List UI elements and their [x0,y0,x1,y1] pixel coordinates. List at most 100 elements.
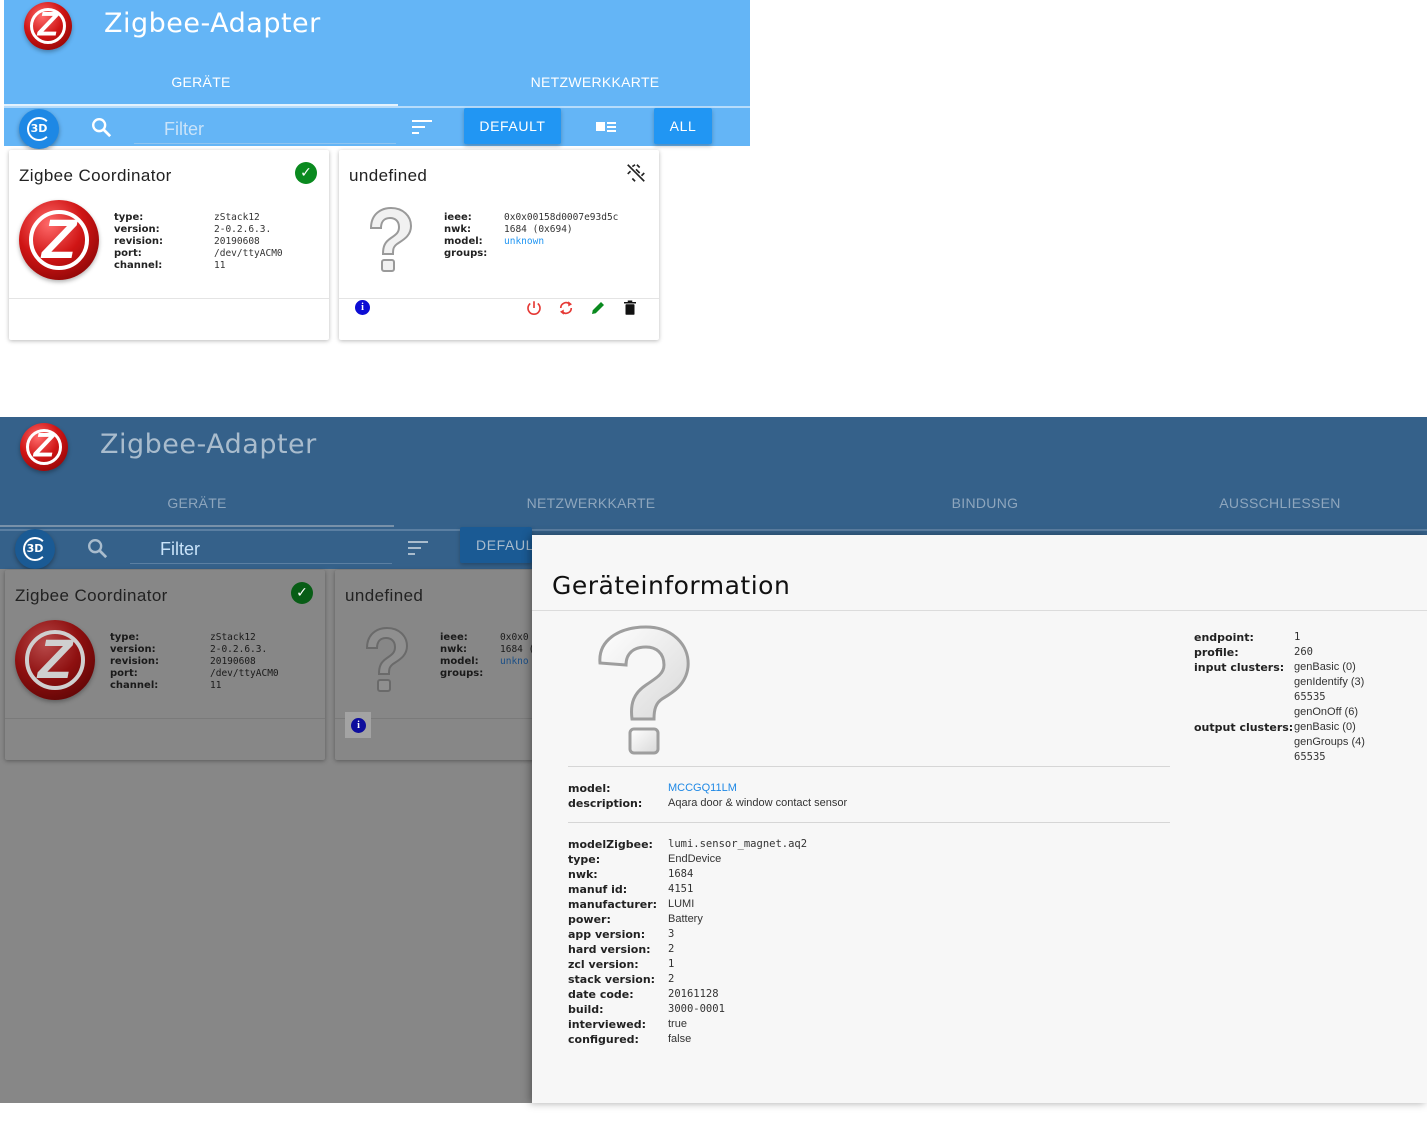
prop-value: /dev/ttyACM0 [214,248,283,259]
prop-value: 0x0x00158d0007e93d5c [504,212,619,223]
device-card[interactable]: undefined ieee: 0x0x00158d0007e93d5c nwk:… [339,150,659,340]
ep-key: input clusters: [1194,661,1285,674]
ep-value: genBasic (0) [1294,721,1356,733]
ep-key [1194,690,1294,705]
ep-value: genOnOff (6) [1294,706,1358,718]
info-key: manufacturer: [568,898,658,911]
ep-value: genBasic (0) [1294,661,1356,673]
info-key: stack version: [568,973,656,986]
tab-bindung[interactable]: BINDUNG [788,487,1182,527]
filter-input[interactable] [130,536,392,564]
info-value: 3000-0001 [668,1003,725,1015]
prop-value: 2-0.2.6.3. [210,644,268,655]
zigbee-logo-icon: Z [24,2,72,50]
search-icon[interactable] [86,537,108,559]
coordinator-card: Zigbee Coordinator ✓ Z type: zStack12 ver… [5,570,325,760]
ep-value: 65535 [1294,751,1326,763]
zigbee-logo-icon: Z [19,200,99,280]
info-key: power: [568,913,611,926]
info-key: description: [568,797,643,810]
info-value: 1 [668,958,675,970]
divider [568,766,1170,767]
refresh-icon[interactable] [557,299,575,317]
prop-value: 1684 ( [500,644,535,655]
coordinator-image: Z [15,620,95,700]
prop-key: ieee: [440,632,468,643]
sort-icon[interactable] [408,540,428,556]
prop-key: revision: [110,656,160,667]
device-info-dialog: Geräteinformation model: MCCGQ11LM descri… [532,535,1427,1103]
zigbee-info-block: modelZigbee: lumi.sensor_magnet.aq2 type:… [568,837,807,1047]
3d-button[interactable]: 3D [15,529,55,569]
ep-key: profile: [1194,646,1239,659]
prop-value: /dev/ttyACM0 [210,668,279,679]
3d-button[interactable]: 3D [19,109,59,149]
prop-key: nwk: [444,224,472,235]
prop-key: channel: [110,680,159,691]
model-link[interactable]: MCCGQ11LM [668,781,737,796]
tab-geraete[interactable]: GERÄTE [0,487,394,527]
info-icon[interactable]: i [355,300,370,315]
info-value: lumi.sensor_magnet.aq2 [668,838,808,850]
divider [5,718,325,719]
info-icon: i [351,718,366,733]
prop-value: 20190608 [214,236,260,247]
divider [339,298,659,299]
device-props: ieee: 0x0x0 nwk: 1684 ( model: unkno groups… [440,632,534,680]
divider [532,610,1427,611]
info-key: interviewed: [568,1018,647,1031]
card-title: Zigbee Coordinator [19,166,172,185]
zigbee-logo-icon: Z [15,620,95,700]
all-button[interactable]: ALL [654,108,712,144]
card-view-icon[interactable] [594,118,618,136]
ep-key [1194,735,1294,750]
prop-value: 20190608 [210,656,256,667]
question-mark-icon [365,626,409,692]
search-icon[interactable] [90,116,112,138]
info-key: hard version: [568,943,651,956]
zigbee-logo-icon: Z [20,423,68,471]
ep-value: 260 [1294,646,1313,658]
tab-netzwerkkarte[interactable]: NETZWERKKARTE [398,66,792,106]
info-key: build: [568,1003,604,1016]
info-value: 3 [668,928,675,940]
model-link: unkno [500,656,529,667]
info-value: 2 [668,943,675,955]
card-title: undefined [345,586,424,605]
tab-geraete[interactable]: GERÄTE [4,66,398,106]
model-block: model: MCCGQ11LM description: Aqara door &… [568,781,847,811]
coordinator-props: type: zStack12 version: 2-0.2.6.3. revisio… [110,632,279,692]
info-value: 2 [668,973,675,985]
pencil-icon[interactable] [589,299,607,317]
info-value: Aqara door & window contact sensor [668,797,848,809]
card-title: Zigbee Coordinator [15,586,168,605]
info-key: manuf id: [568,883,628,896]
divider [568,822,1170,823]
coordinator-image: Z [19,200,99,280]
prop-key: model: [440,656,479,667]
ep-value: 1 [1294,631,1301,643]
model-link[interactable]: unknown [504,236,544,248]
filter-input[interactable] [134,116,396,144]
endpoint-block: endpoint: 1 profile: 260 input clusters: ge… [1194,630,1365,765]
delete-icon[interactable] [621,299,639,317]
app-header: Z Zigbee-Adapter GERÄTE NETZWERKKARTE BI… [0,417,1427,529]
link-off-icon [627,164,645,182]
prop-value: 11 [210,680,222,691]
tab-ausschliessen[interactable]: AUSSCHLIESSEN [1182,487,1378,527]
ep-value: genGroups (4) [1294,736,1365,748]
sort-icon[interactable] [412,119,432,135]
default-button[interactable]: DEFAUL [460,527,532,563]
ep-value: genIdentify (3) [1294,676,1365,688]
default-button[interactable]: DEFAULT [464,108,561,144]
prop-key: model: [444,236,483,247]
tab-netzwerkkarte[interactable]: NETZWERKKARTE [394,487,788,527]
prop-key: channel: [114,260,163,271]
info-value: Battery [668,913,703,925]
prop-key: type: [110,632,140,643]
prop-value: 11 [214,260,226,271]
power-icon[interactable] [525,299,543,317]
coordinator-card[interactable]: Zigbee Coordinator ✓ Z type: zStack12 ver… [9,150,329,340]
info-value: false [668,1033,692,1045]
tab-bar: GERÄTE NETZWERKKARTE [4,66,750,106]
